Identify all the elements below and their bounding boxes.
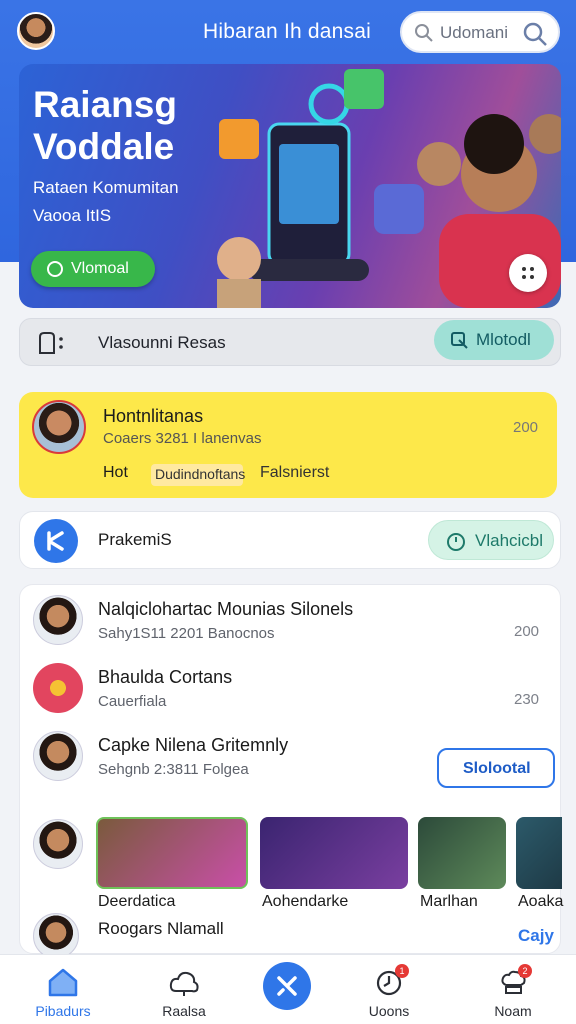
nav-item-activity[interactable]: 1 Uoons — [339, 955, 439, 1024]
promo-text: PrakemiS — [98, 530, 172, 549]
promo-icon — [34, 519, 78, 563]
thumbnail-label: Aohendarke — [262, 893, 349, 910]
compose-icon — [277, 976, 297, 996]
list-item[interactable]: Nalqiclohartac Mounias Silonels Sahy1S11… — [20, 589, 562, 655]
list-item-title: Capke Nilena Gritemnly — [98, 735, 289, 755]
clock-icon — [47, 261, 63, 277]
hero-illustration — [217, 69, 561, 308]
featured-subtitle: Coaers 3281 I lanenvas — [103, 430, 262, 447]
hero-subtitle: Rataen Komumitan — [33, 178, 179, 197]
featured-tag[interactable]: Dudindnoftans — [151, 464, 245, 486]
profile-avatar[interactable] — [17, 12, 55, 50]
thumbnail[interactable] — [418, 817, 506, 889]
hero-cta-button[interactable]: Vlomoal — [31, 251, 155, 287]
featured-count: 200 — [513, 419, 539, 436]
hero-subtitle-secondary: Vaooa ItIS — [33, 206, 112, 225]
thumbnail-label: Aoaka — [518, 893, 564, 910]
door-icon — [39, 332, 63, 354]
nav-label: Pibadurs — [35, 1003, 91, 1019]
thumbnail-label: Deerdatica — [98, 893, 176, 910]
thumbnail-strip: Deerdatica Aohendarke Marlhan Aoaka — [20, 815, 564, 915]
search-input[interactable]: Udomani — [400, 11, 560, 53]
thumbnail[interactable] — [516, 817, 562, 889]
compose-button[interactable] — [263, 962, 311, 1010]
nav-label: Noam — [494, 1003, 532, 1019]
home-icon — [48, 968, 78, 997]
list-item-title: Roogars Nlamall — [98, 919, 224, 938]
row-action-button[interactable]: Slolootal — [437, 748, 555, 788]
notice-action-label: Mlotodl — [476, 330, 531, 349]
nav-item-profile[interactable]: 2 Noam — [463, 955, 563, 1024]
thumbnail[interactable] — [260, 817, 408, 889]
search-icon — [415, 24, 433, 42]
more-options-button[interactable] — [509, 254, 547, 292]
nav-label: Raalsa — [162, 1003, 206, 1019]
edit-icon — [451, 332, 468, 349]
thumbnail[interactable] — [96, 817, 248, 889]
arrow-icon — [47, 531, 64, 551]
featured-title: Hontnlitanas — [103, 406, 204, 426]
list-item-subtitle: Sahy1S11 2201 Banocnos — [98, 625, 275, 642]
search-placeholder: Udomani — [440, 23, 509, 42]
avatar — [33, 595, 83, 645]
cloud-icon — [169, 971, 199, 996]
list-item-subtitle: Cauerfiala — [98, 693, 167, 710]
avatar — [33, 819, 83, 869]
avatar — [33, 913, 79, 959]
see-more-link[interactable]: Cajy — [518, 926, 554, 946]
row-action-label: Slolootal — [463, 760, 531, 777]
list-item-subtitle: Sehgnb 2:3811 Folgea — [98, 761, 249, 778]
avatar — [33, 663, 83, 713]
list-item[interactable]: Roogars Nlamall — [20, 911, 562, 959]
app-title: Hibaran Ih dansai — [203, 20, 372, 43]
dots-icon — [522, 267, 526, 271]
bottom-navigation: Pibadurs Raalsa 1 Uoons 2 Noam — [0, 954, 576, 1024]
hero-cta-label: Vlomoal — [71, 260, 129, 277]
thumbnail-label: Marlhan — [420, 893, 478, 910]
list-item-title: Bhaulda Cortans — [98, 667, 233, 687]
hero-banner[interactable]: Raiansg Voddale Rataen Komumitan Vaooa I… — [19, 64, 561, 308]
featured-trailing-text: Falsnierst — [260, 464, 330, 481]
notification-badge: 1 — [395, 964, 409, 978]
featured-card[interactable]: Hontnlitanas Coaers 3281 I lanenvas 200 … — [19, 392, 557, 498]
avatar — [33, 731, 83, 781]
avatar — [32, 400, 86, 454]
notice-action-button[interactable]: Mlotodl — [434, 320, 554, 360]
promo-action-button[interactable]: Vlahcicbl — [428, 520, 554, 560]
timer-icon — [447, 533, 465, 551]
top-bar: Hibaran Ih dansai Udomani — [0, 0, 576, 62]
notice-text: Vlasounni Resas — [98, 333, 226, 352]
list-item-count: 230 — [514, 691, 540, 708]
list-item-count: 200 — [514, 623, 540, 640]
hot-label: Hot — [103, 464, 128, 481]
nav-item-explore[interactable]: Raalsa — [134, 955, 234, 1024]
search-button-icon[interactable] — [522, 21, 548, 47]
promo-action-label: Vlahcicbl — [475, 531, 544, 550]
notification-badge: 2 — [518, 964, 532, 978]
list-item[interactable]: Bhaulda Cortans Cauerfiala 230 — [20, 657, 562, 723]
nav-item-home[interactable]: Pibadurs — [13, 955, 113, 1024]
hero-title: Raiansg Voddale — [33, 84, 177, 167]
nav-label: Uoons — [368, 1003, 410, 1019]
list-item-title: Nalqiclohartac Mounias Silonels — [98, 599, 354, 619]
